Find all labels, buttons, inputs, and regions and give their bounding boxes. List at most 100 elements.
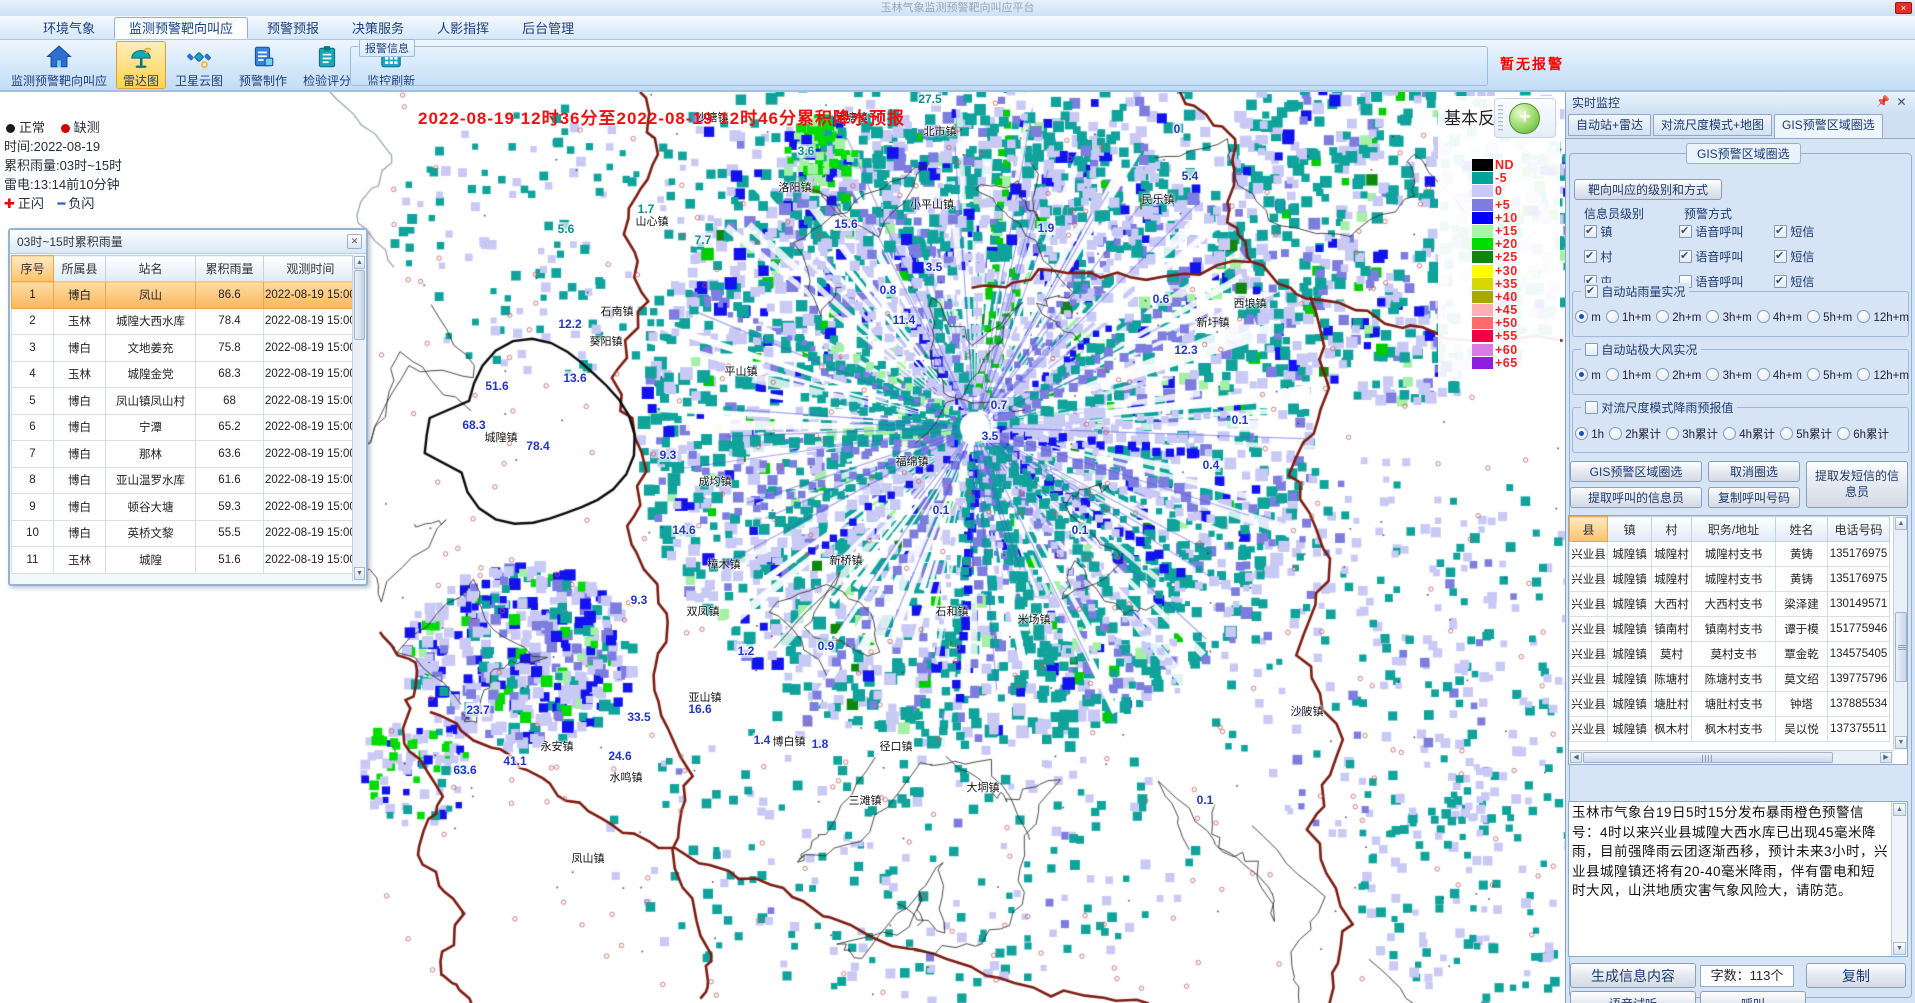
radio-icon[interactable] [1609, 427, 1622, 440]
menu-tab-3[interactable]: 决策服务 [338, 18, 418, 40]
radio-option-1h+m[interactable]: 1h+m [1606, 312, 1651, 324]
menu-tab-5[interactable]: 后台管理 [508, 18, 588, 40]
contact-row[interactable]: 兴业县城隍镇枫木村枫木村支书吴以悦137375511 [1570, 717, 1890, 742]
table-row[interactable]: 6博白宁潭65.22022-08-19 15:00 [12, 414, 358, 441]
contact-row[interactable]: 兴业县城隍镇塘肚村塘肚村支书钟塔137885534 [1570, 692, 1890, 717]
panel-tab-1[interactable]: 对流尺度模式+地图 [1653, 114, 1772, 136]
radio-icon[interactable] [1807, 368, 1820, 381]
menu-tab-2[interactable]: 预警预报 [253, 18, 333, 40]
scroll-up-icon[interactable]: ▲ [354, 256, 365, 269]
voice-call-checkbox[interactable] [1679, 250, 1692, 263]
sms-checkbox[interactable] [1774, 250, 1787, 263]
scroll-right-icon[interactable]: ▶ [1880, 752, 1892, 763]
tool-button-1[interactable]: 雷达图 [116, 41, 166, 89]
table-row[interactable]: 1博白凤山86.62022-08-19 15:00 [12, 282, 358, 309]
gis-select-button[interactable]: GIS预警区域圈选 [1570, 461, 1702, 482]
radio-option-4h+m[interactable]: 4h+m [1757, 312, 1802, 324]
table-row[interactable]: 5博白凤山镇凤山村682022-08-19 15:00 [12, 388, 358, 415]
radio-option-5h累计[interactable]: 5h累计 [1780, 429, 1832, 441]
column-header[interactable]: 观测时间 [264, 256, 358, 282]
column-header[interactable]: 电话号码 [1828, 517, 1890, 542]
voice-call-checkbox[interactable] [1679, 225, 1692, 238]
menu-tab-1[interactable]: 监测预警靶向叫应 [114, 17, 248, 39]
sms-checkbox[interactable] [1774, 275, 1787, 288]
radio-option-m[interactable]: m [1575, 312, 1601, 324]
zoom-in-button[interactable] [1509, 103, 1540, 134]
column-header[interactable]: 县 [1570, 517, 1608, 542]
table-row[interactable]: 10博白英桥文黎55.52022-08-19 15:00 [12, 520, 358, 547]
contact-row[interactable]: 兴业县城隍镇大西村大西村支书梁泽建130149571 [1570, 592, 1890, 617]
contacts-hscrollbar[interactable]: ◀ ▶ [1569, 750, 1893, 764]
tool-button-4[interactable]: 检验评分 [296, 41, 358, 89]
map-area[interactable]: 沙塘镇蒲塘镇北市镇洛阳镇小平山镇民乐镇山心镇石南镇葵阳镇平山镇城隍镇福绵镇成均镇… [0, 92, 1565, 1003]
contact-row[interactable]: 兴业县城隍镇镇南村镇南村支书谭于模151775946 [1570, 617, 1890, 642]
extract-sms-button[interactable]: 提取发短信的信息员 [1806, 461, 1908, 508]
radio-option-6h累计[interactable]: 6h累计 [1837, 429, 1889, 441]
column-header[interactable]: 姓名 [1776, 517, 1828, 542]
column-header[interactable]: 职务/地址 [1692, 517, 1776, 542]
radio-option-5h+m[interactable]: 5h+m [1807, 370, 1852, 382]
contact-row[interactable]: 兴业县城隍镇城隍村城隍村支书黄铸135176975 [1570, 567, 1890, 592]
message-scrollbar[interactable]: ▲ ▼ [1891, 802, 1907, 956]
copy-button[interactable]: 复制 [1806, 963, 1906, 988]
contacts-vscrollbar[interactable]: ▲ ▼ [1893, 516, 1907, 750]
contact-row[interactable]: 兴业县城隍镇陈塘村陈塘村支书莫文绍139775796 [1570, 667, 1890, 692]
generate-message-button[interactable]: 生成信息内容 [1570, 963, 1696, 988]
level-checkbox[interactable] [1584, 250, 1597, 263]
column-header[interactable]: 累积雨量 [196, 256, 264, 282]
panel-tab-0[interactable]: 自动站+雷达 [1568, 114, 1651, 136]
column-header[interactable]: 村 [1652, 517, 1692, 542]
radio-icon[interactable] [1757, 310, 1770, 323]
scroll-thumb[interactable] [1895, 612, 1907, 682]
scroll-up-icon[interactable]: ▲ [1893, 803, 1906, 816]
cancel-select-button[interactable]: 取消圈选 [1708, 461, 1800, 482]
radio-option-3h+m[interactable]: 3h+m [1706, 370, 1751, 382]
radio-icon[interactable] [1706, 310, 1719, 323]
extract-call-button[interactable]: 提取呼叫的信息员 [1570, 487, 1702, 508]
menu-tab-0[interactable]: 环境气象 [29, 18, 109, 40]
radio-icon[interactable] [1656, 368, 1669, 381]
tool-button-0[interactable]: 监测预警靶向叫应 [4, 41, 114, 89]
rainfall-window-titlebar[interactable]: 03时~15时累积雨量 ✕ [10, 230, 366, 254]
window-close-button[interactable]: × [1895, 2, 1912, 14]
radio-option-12h+m[interactable]: 12h+m [1857, 312, 1909, 324]
table-row[interactable]: 11玉林城隍51.62022-08-19 15:00 [12, 547, 358, 574]
radio-icon[interactable] [1857, 368, 1870, 381]
radio-icon[interactable] [1757, 368, 1770, 381]
call-level-button[interactable]: 靶向叫应的级别和方式 [1574, 179, 1722, 200]
radio-option-4h+m[interactable]: 4h+m [1757, 370, 1802, 382]
copy-number-button[interactable]: 复制呼叫号码 [1708, 487, 1800, 508]
radio-option-2h累计[interactable]: 2h累计 [1609, 429, 1661, 441]
radio-option-5h+m[interactable]: 5h+m [1807, 312, 1852, 324]
radio-icon[interactable] [1723, 427, 1736, 440]
forecast-group-checkbox[interactable] [1585, 401, 1598, 414]
rainfall-window-close-button[interactable]: ✕ [347, 234, 362, 249]
wind-group-checkbox[interactable] [1585, 343, 1598, 356]
radio-option-2h+m[interactable]: 2h+m [1656, 370, 1701, 382]
table-row[interactable]: 7博白那林63.62022-08-19 15:00 [12, 441, 358, 468]
table-row[interactable]: 3博白文地姜充75.82022-08-19 15:00 [12, 335, 358, 362]
rainfall-table[interactable]: 序号所属县站名累积雨量观测时间1博白凤山86.62022-08-19 15:00… [11, 255, 358, 574]
radio-icon[interactable] [1575, 310, 1588, 323]
radio-option-2h+m[interactable]: 2h+m [1656, 312, 1701, 324]
scroll-thumb[interactable] [1583, 752, 1833, 763]
pin-icon[interactable]: 📌 [1876, 96, 1889, 109]
radio-icon[interactable] [1606, 368, 1619, 381]
tool-button-3[interactable]: 预警制作 [232, 41, 294, 89]
level-checkbox[interactable] [1584, 225, 1597, 238]
radio-icon[interactable] [1837, 427, 1850, 440]
radio-option-m[interactable]: m [1575, 370, 1601, 382]
radio-option-12h+m[interactable]: 12h+m [1857, 370, 1909, 382]
call-button[interactable]: 呼叫 [1700, 991, 1806, 1003]
radio-icon[interactable] [1706, 368, 1719, 381]
column-header[interactable]: 所属县 [54, 256, 106, 282]
tool-button-2[interactable]: 卫星云图 [168, 41, 230, 89]
table-row[interactable]: 8博白亚山温罗水库61.62022-08-19 15:00 [12, 467, 358, 494]
sms-checkbox[interactable] [1774, 225, 1787, 238]
scroll-down-icon[interactable]: ▼ [1895, 736, 1907, 749]
radio-icon[interactable] [1656, 310, 1669, 323]
menu-tab-4[interactable]: 人影指挥 [423, 18, 503, 40]
column-header[interactable]: 序号 [12, 256, 54, 282]
radio-option-4h累计[interactable]: 4h累计 [1723, 429, 1775, 441]
scroll-down-icon[interactable]: ▼ [354, 567, 365, 580]
